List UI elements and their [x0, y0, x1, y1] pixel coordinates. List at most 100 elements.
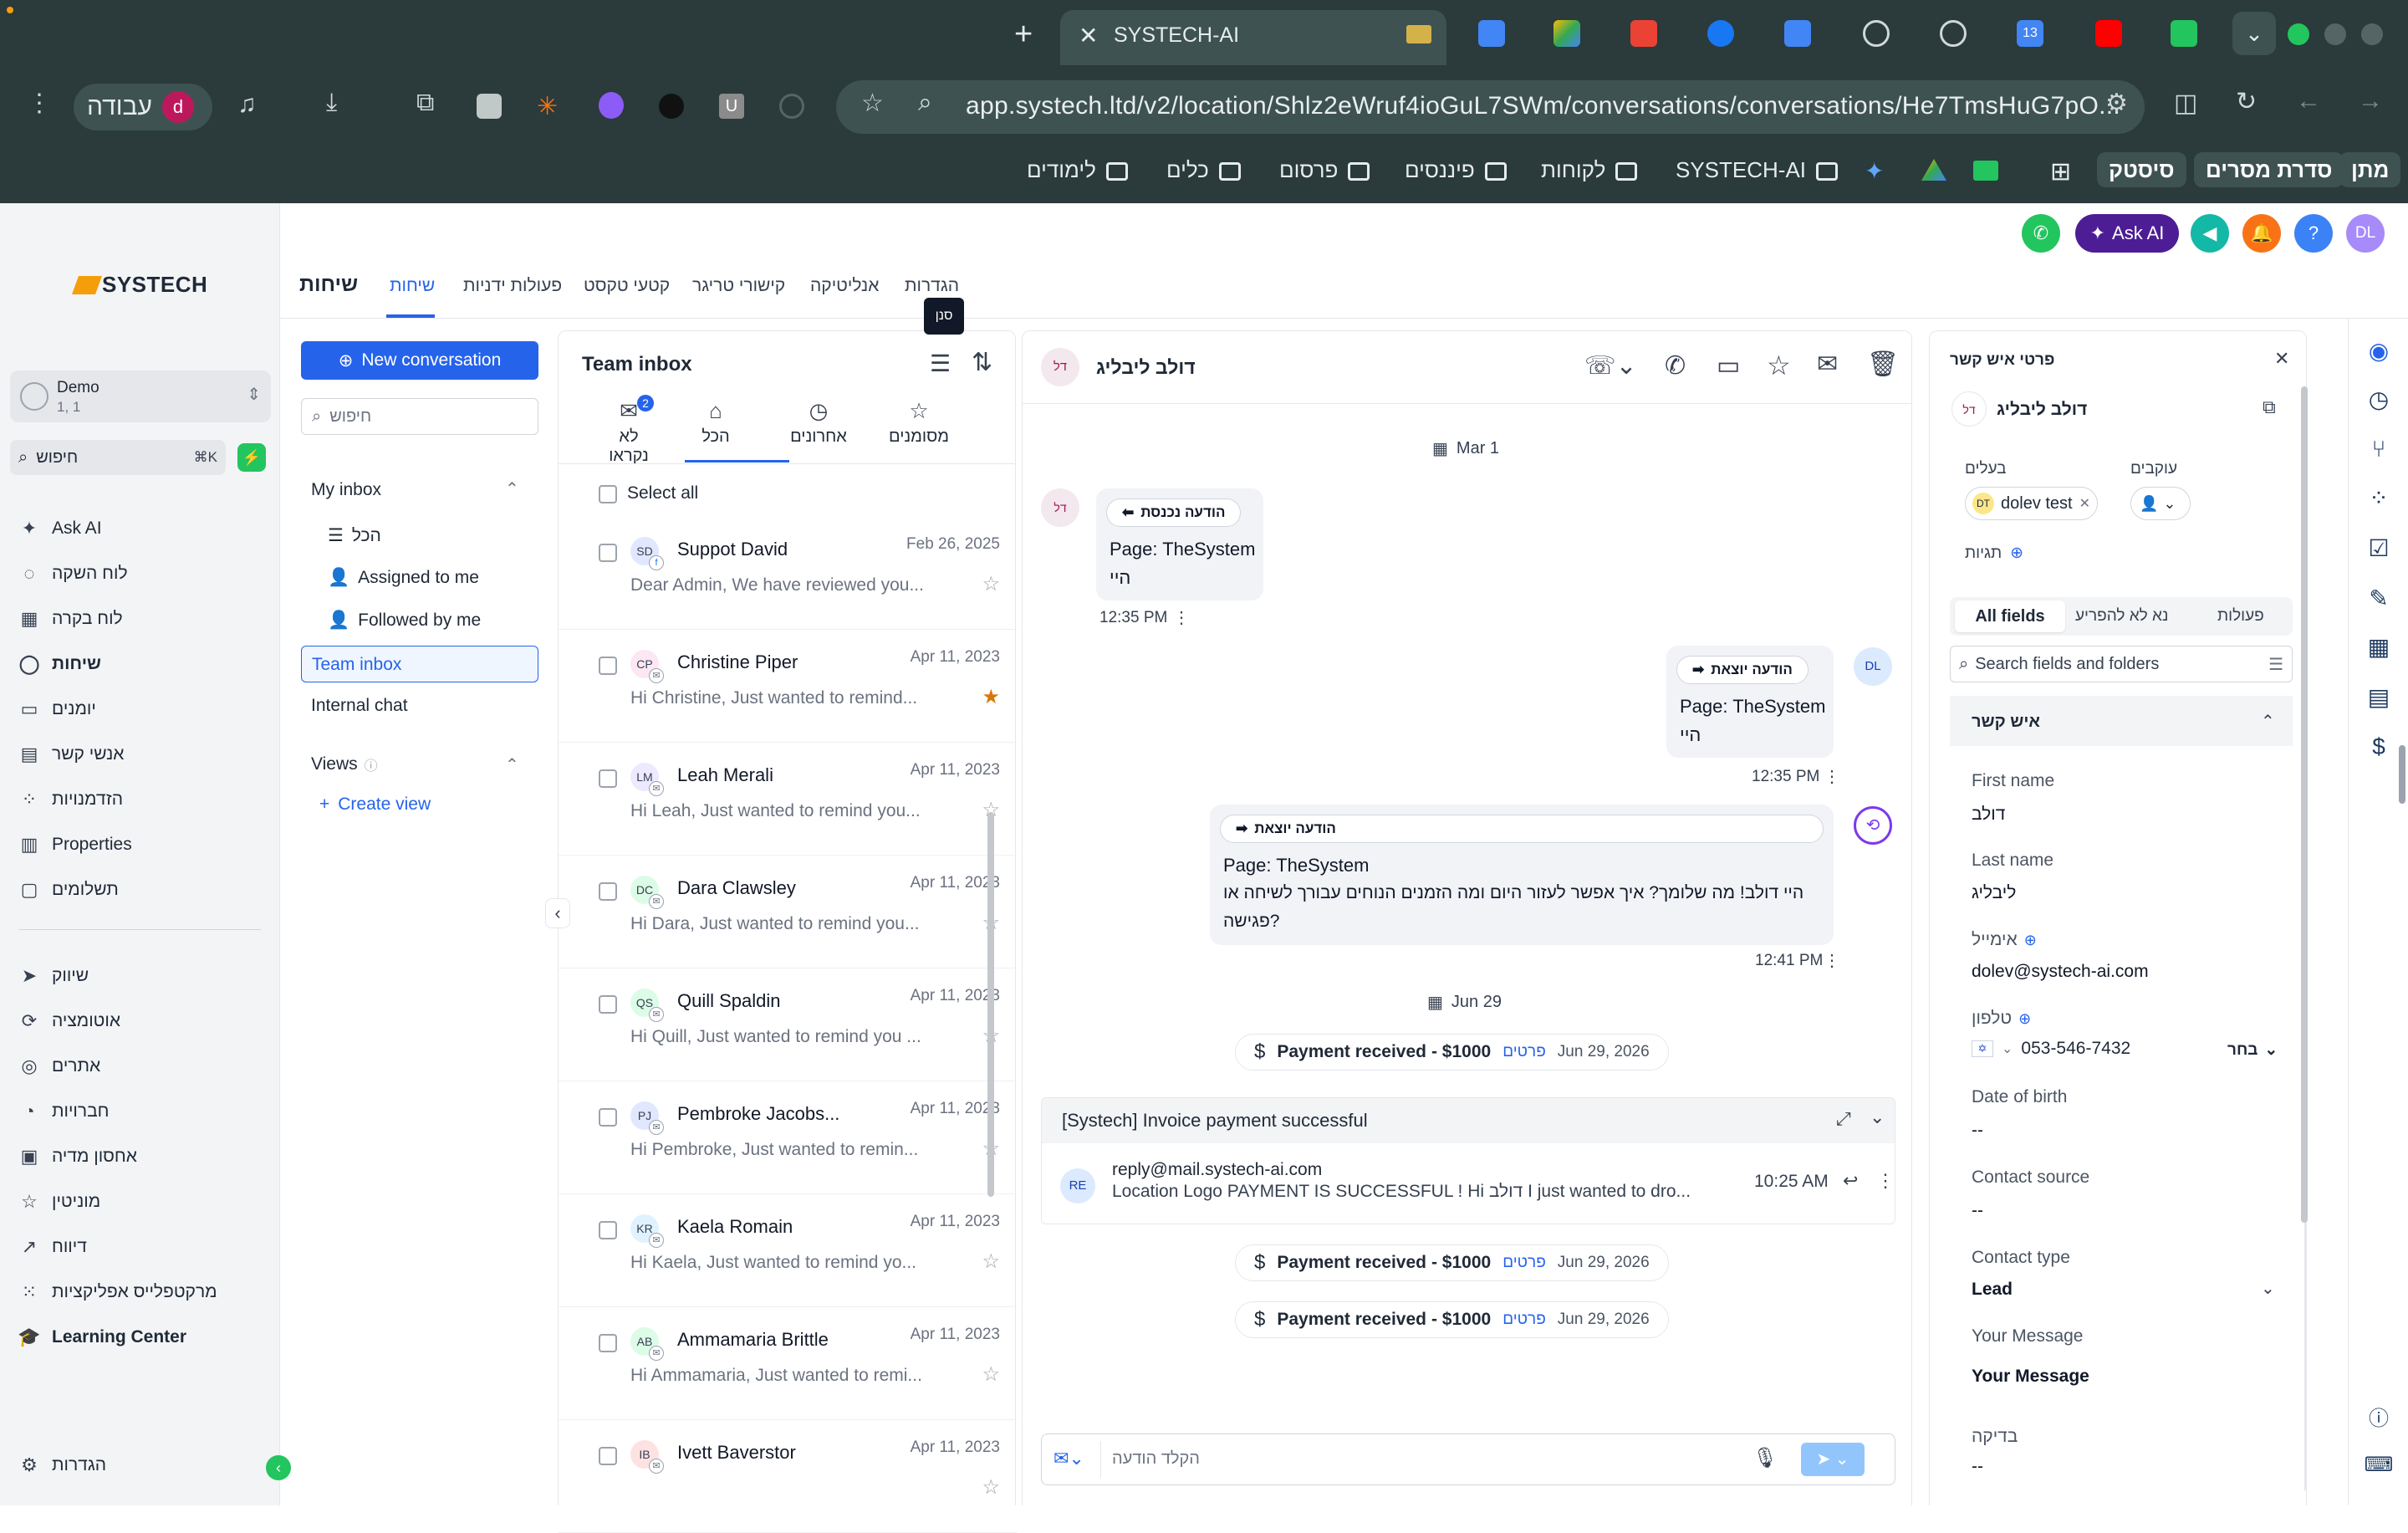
nav-marketplace[interactable]: ⁙ מרקטפלייס אפליקציות: [18, 1275, 217, 1309]
add-email-icon[interactable]: ⊕: [2024, 932, 2037, 949]
email-card[interactable]: [Systech] Invoice payment successful ⤢ ⌄…: [1041, 1097, 1895, 1224]
inbox-search-input[interactable]: ⌕ חיפוש: [301, 398, 538, 435]
followers-selector[interactable]: 👤 ⌄: [2130, 487, 2191, 520]
row-checkbox[interactable]: [599, 1221, 617, 1239]
extensions-icon[interactable]: ⧉: [416, 89, 434, 117]
sheets-bookmark-icon[interactable]: [1973, 161, 1998, 181]
apps-grid-icon[interactable]: ⊞: [2050, 157, 2071, 187]
nav-launchpad[interactable]: ◌ לוח השקה: [18, 557, 127, 590]
tags-row[interactable]: תגיות ⊕: [1965, 544, 2023, 563]
message-menu-icon[interactable]: ⋮: [1824, 950, 1840, 971]
bookmark-sidrat-masarim[interactable]: סדרת מסרים: [2194, 152, 2344, 187]
call-icon[interactable]: ✆: [1665, 351, 1686, 381]
tab-conversations[interactable]: שיחות: [390, 276, 435, 296]
extension-icon-5[interactable]: U: [719, 94, 744, 119]
drive-bookmark-icon[interactable]: [1921, 159, 1946, 181]
phone-button[interactable]: ✆: [2022, 214, 2060, 253]
bookmark-lemudim[interactable]: לימודים: [1027, 157, 1128, 183]
fields-search-input[interactable]: ⌕ Search fields and folders ☰: [1950, 646, 2293, 682]
row-checkbox[interactable]: [599, 882, 617, 901]
chevron-down-icon[interactable]: ⌄: [1870, 1106, 1885, 1128]
opportunities-rail-icon[interactable]: ⁘: [2364, 483, 2394, 513]
select-all-checkbox[interactable]: [599, 485, 617, 503]
conversation-row[interactable]: IB ✉ Ivett Baverstor Apr 11, 2023 ☆: [559, 1420, 1017, 1533]
bookmark-systech[interactable]: SYSTECH-AI: [1676, 157, 1839, 183]
gmail-tab-icon[interactable]: [1630, 20, 1657, 47]
close-panel-icon[interactable]: ✕: [2274, 348, 2289, 370]
calendar-rail-icon[interactable]: ▦: [2364, 631, 2394, 662]
tab-starred[interactable]: ☆ מסומנים: [881, 398, 957, 447]
views-header[interactable]: Views ⓘ: [311, 754, 378, 774]
new-tab-button[interactable]: +: [1014, 17, 1033, 53]
tab-search-icon[interactable]: ⌄: [2232, 12, 2276, 55]
tab-manual-actions[interactable]: פעולות ידניות: [463, 276, 562, 296]
nav-automation[interactable]: ⟳ אוטומציה: [18, 1004, 120, 1038]
message-input[interactable]: הקלד הודעה: [1112, 1449, 1200, 1469]
nav-conversations[interactable]: ◯ שיחות: [18, 647, 101, 681]
star-icon[interactable]: ☆: [982, 1475, 1000, 1500]
tasks-rail-icon[interactable]: ☑: [2364, 533, 2394, 563]
payment-details-link[interactable]: פרטים: [1502, 1311, 1546, 1329]
tab-settings[interactable]: הגדרות: [905, 276, 959, 296]
email-value[interactable]: dolev@systech-ai.com: [1972, 962, 2149, 982]
date-of-birth-value[interactable]: --: [1972, 1121, 1983, 1141]
docs-tab-icon[interactable]: [1478, 20, 1505, 47]
tab-recent[interactable]: ◷ אחרונים: [781, 398, 856, 447]
row-checkbox[interactable]: [599, 1334, 617, 1352]
active-tab[interactable]: ✕ SYSTECH-AI: [1060, 10, 1446, 65]
conversation-row[interactable]: AB ✉ Ammamaria Brittle Apr 11, 2023 Hi Ammam…: [559, 1307, 1017, 1420]
tab-dnd[interactable]: נא לא להפריע: [2075, 607, 2168, 626]
payment-details-link[interactable]: פרטים: [1502, 1254, 1546, 1272]
nav-calendars[interactable]: ▭ יומנים: [18, 692, 96, 726]
docs2-tab-icon[interactable]: [1784, 20, 1811, 47]
info-rail-icon[interactable]: ⓘ: [2364, 1401, 2394, 1431]
owner-selector[interactable]: DT dolev test ✕: [1965, 487, 2099, 520]
test-field-value[interactable]: --: [1972, 1457, 1983, 1477]
chevron-up-icon[interactable]: ⌃: [505, 754, 519, 775]
quick-action-icon[interactable]: ⚡: [237, 443, 266, 472]
youtube-tab-icon[interactable]: [2095, 20, 2122, 47]
keyboard-rail-icon[interactable]: ⌨: [2364, 1449, 2394, 1479]
payments-rail-icon[interactable]: $: [2364, 732, 2394, 762]
window-maximize[interactable]: [2288, 23, 2309, 45]
conversation-row[interactable]: SD f Suppot David Feb 26, 2025 Dear Admin, W…: [559, 517, 1017, 630]
more-icon[interactable]: ⋮: [1876, 1170, 1895, 1192]
conversation-row[interactable]: LM ✉ Leah Merali Apr 11, 2023 Hi Leah, Just …: [559, 743, 1017, 856]
nav-contacts[interactable]: ▤ אנשי קשר: [18, 738, 125, 771]
conversation-row[interactable]: QS ✉ Quill Spaldin Apr 11, 2023 Hi Quill, Ju…: [559, 968, 1017, 1081]
send-button[interactable]: ➤ ⌄: [1801, 1443, 1865, 1476]
back-icon[interactable]: ←: [2296, 87, 2321, 115]
new-conversation-button[interactable]: ⊕ New conversation: [301, 341, 538, 380]
inbox-all[interactable]: ☰ הכל: [328, 525, 381, 546]
star-icon[interactable]: ☆: [982, 1362, 1000, 1387]
payment-details-link[interactable]: פרטים: [1502, 1043, 1546, 1061]
phone-field[interactable]: ✡ ⌄ 053-546-7432: [1972, 1039, 2130, 1059]
trash-icon[interactable]: 🗑: [1867, 350, 1899, 379]
list-scrollbar[interactable]: [987, 812, 994, 1197]
open-external-icon[interactable]: ⧉: [2263, 396, 2276, 418]
conversation-row[interactable]: DC ✉ Dara Clawsley Apr 11, 2023 Hi Dara, Jus…: [559, 856, 1017, 968]
bookmark-kelim[interactable]: כלים: [1166, 157, 1241, 183]
conversation-row[interactable]: PJ ✉ Pembroke Jacobs... Apr 11, 2023 Hi Pemb…: [559, 1081, 1017, 1194]
bookmark-star-icon[interactable]: ☆: [861, 89, 884, 118]
bookmark-pirsum[interactable]: פרסום: [1279, 157, 1370, 183]
download-icon[interactable]: ⤓: [326, 89, 337, 117]
conversation-row[interactable]: KR ✉ Kaela Romain Apr 11, 2023 Hi Kaela, Jus…: [559, 1194, 1017, 1307]
row-checkbox[interactable]: [599, 1447, 617, 1465]
folder-icon[interactable]: ▭: [1717, 351, 1740, 381]
window-minimize[interactable]: [2324, 23, 2346, 45]
inbox-followed-by-me[interactable]: 👤 Followed by me: [328, 611, 481, 631]
channel-switch-icon[interactable]: ☏⌄: [1584, 351, 1637, 381]
phone-type-select[interactable]: בחר ⌄: [2227, 1040, 2278, 1060]
workflow-rail-icon[interactable]: ⑂: [2364, 434, 2394, 464]
tab-snippets[interactable]: קטעי טקסט: [584, 276, 670, 296]
documents-rail-icon[interactable]: ▤: [2364, 682, 2394, 712]
media-control-icon[interactable]: ♫: [237, 90, 257, 119]
nav-opportunities[interactable]: ⁘ הזדמנויות: [18, 783, 123, 816]
site-settings-icon[interactable]: ⚙: [2105, 89, 2128, 118]
menu-icon[interactable]: ⋮: [27, 89, 52, 118]
rail-scrollbar[interactable]: [2399, 745, 2405, 804]
global-search-input[interactable]: ⌕ חיפוש ⌘K: [10, 440, 226, 475]
contact-rail-icon[interactable]: ◉: [2364, 335, 2394, 365]
nav-learning-center[interactable]: 🎓 Learning Center: [18, 1321, 186, 1354]
